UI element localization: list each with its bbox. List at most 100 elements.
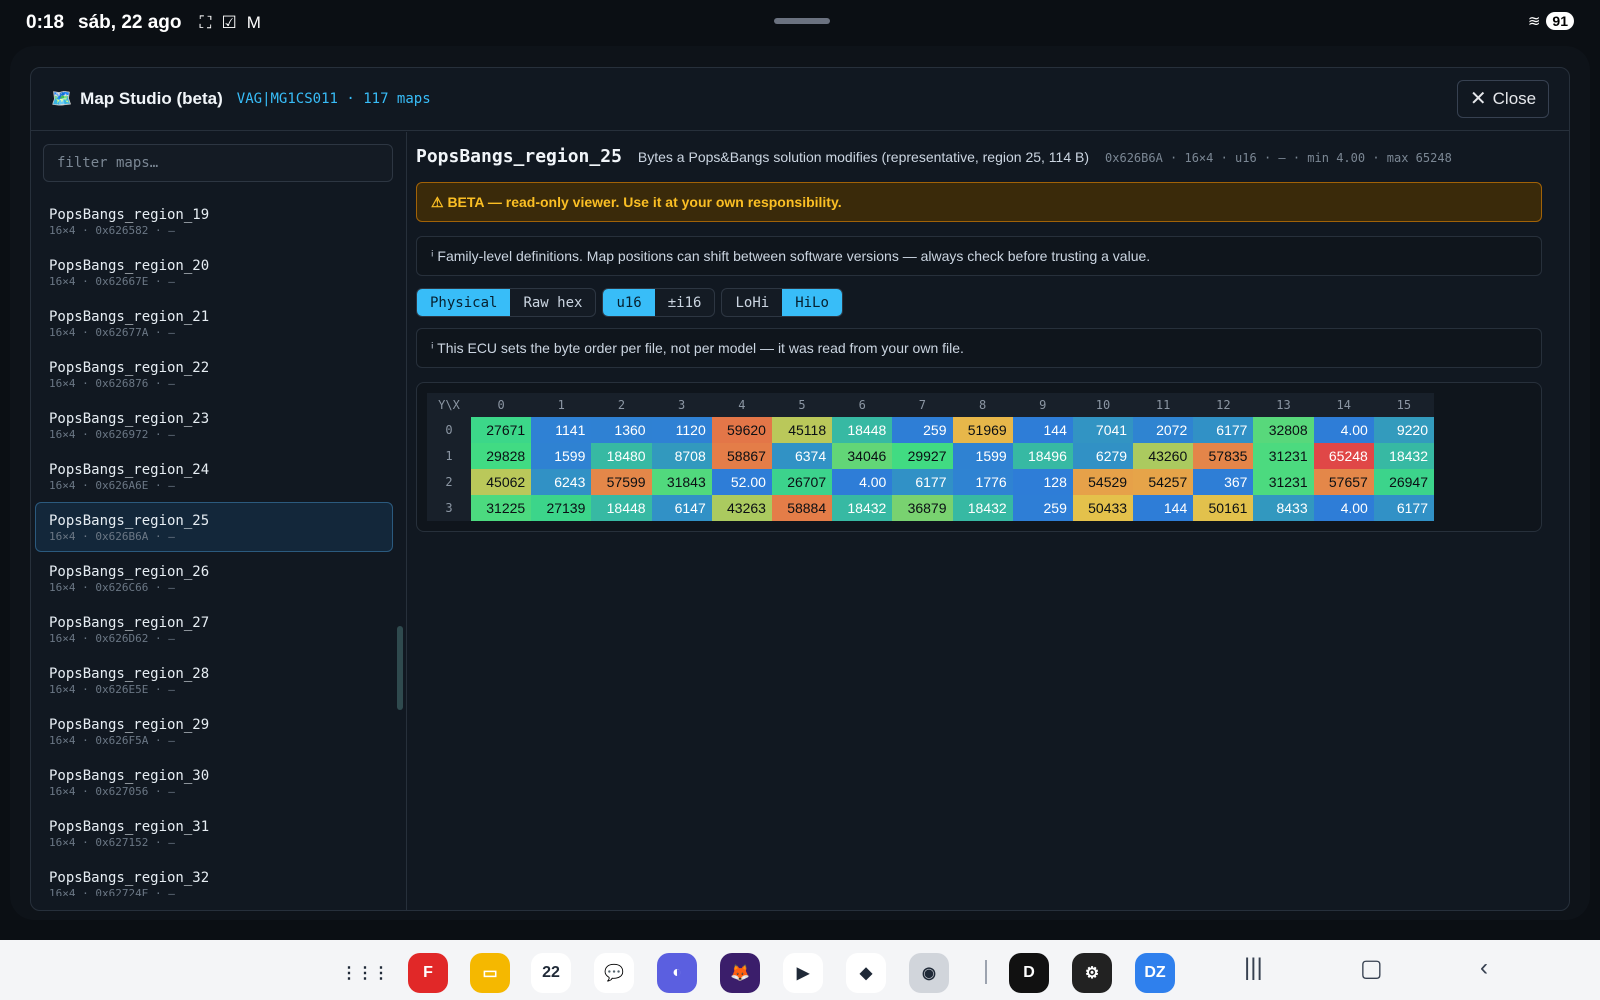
heatmap-cell[interactable]: 6177 <box>1193 417 1254 443</box>
heatmap-cell[interactable]: 58867 <box>711 443 772 469</box>
heatmap-cell[interactable]: 144 <box>1012 417 1073 443</box>
map-list-item[interactable]: PopsBangs_region_31 16×4 · 0x627152 · — <box>35 808 393 858</box>
map-list-item[interactable]: PopsBangs_region_26 16×4 · 0x626C66 · — <box>35 553 393 603</box>
recents-button[interactable]: ||| <box>1244 954 1263 982</box>
heatmap-cell[interactable]: 36879 <box>892 495 953 521</box>
back-button[interactable]: ‹ <box>1480 954 1488 982</box>
files-icon[interactable]: ▭ <box>470 953 510 993</box>
home-button[interactable]: ▢ <box>1360 954 1383 983</box>
heatmap-cell[interactable]: 8433 <box>1253 495 1314 521</box>
toggle-lohi[interactable]: LoHi <box>722 289 782 316</box>
heatmap-cell[interactable]: 144 <box>1133 495 1194 521</box>
heatmap-cell[interactable]: 259 <box>1012 495 1073 521</box>
heatmap-cell[interactable]: 27139 <box>531 495 592 521</box>
heatmap-cell[interactable]: 45118 <box>771 417 833 443</box>
heatmap-cell[interactable]: 1599 <box>952 443 1013 469</box>
map-list-item[interactable]: PopsBangs_region_27 16×4 · 0x626D62 · — <box>35 604 393 654</box>
heatmap-cell[interactable]: 128 <box>1012 469 1073 495</box>
heatmap-cell[interactable]: 58884 <box>771 495 833 521</box>
heatmap-cell[interactable]: 18432 <box>832 495 893 521</box>
heatmap-cell[interactable]: 18480 <box>591 443 652 469</box>
heatmap-cell[interactable]: 18448 <box>591 495 652 521</box>
browser-icon[interactable]: ◐ <box>657 953 697 993</box>
toggle-i16[interactable]: ±i16 <box>655 289 715 316</box>
heatmap-cell[interactable]: 54529 <box>1072 469 1134 495</box>
map-list-item[interactable]: PopsBangs_region_22 16×4 · 0x626876 · — <box>35 349 393 399</box>
settings-icon[interactable]: ⚙ <box>1072 953 1112 993</box>
map-list-item[interactable]: PopsBangs_region_24 16×4 · 0x626A6E · — <box>35 451 393 501</box>
heatmap-cell[interactable]: 18432 <box>1373 443 1434 469</box>
heatmap-cell[interactable]: 27671 <box>471 417 532 443</box>
heatmap-cell[interactable]: 4.00 <box>832 469 893 495</box>
gemini-icon[interactable]: ◆ <box>846 953 886 993</box>
heatmap-cell[interactable]: 57835 <box>1193 443 1254 469</box>
map-list-item[interactable]: PopsBangs_region_25 16×4 · 0x626B6A · — <box>35 502 393 552</box>
davinci-icon[interactable]: D <box>1009 953 1049 993</box>
map-list-item[interactable]: PopsBangs_region_28 16×4 · 0x626E5E · — <box>35 655 393 705</box>
toggle-raw-hex[interactable]: Raw hex <box>510 289 595 316</box>
heatmap-cell[interactable]: 45062 <box>471 469 532 495</box>
heatmap-cell[interactable]: 4.00 <box>1313 495 1374 521</box>
flipboard-icon[interactable]: F <box>408 953 448 993</box>
heatmap-cell[interactable]: 6147 <box>651 495 712 521</box>
heatmap-cell[interactable]: 57599 <box>591 469 652 495</box>
heatmap-cell[interactable]: 6374 <box>771 443 833 469</box>
heatmap-cell[interactable]: 51969 <box>952 417 1013 443</box>
heatmap-cell[interactable]: 1360 <box>591 417 652 443</box>
heatmap-cell[interactable]: 7041 <box>1072 417 1134 443</box>
heatmap-cell[interactable]: 31843 <box>651 469 712 495</box>
heatmap-cell[interactable]: 31231 <box>1253 469 1314 495</box>
heatmap-cell[interactable]: 31225 <box>471 495 532 521</box>
heatmap-cell[interactable]: 18496 <box>1012 443 1073 469</box>
heatmap-cell[interactable]: 4.00 <box>1313 417 1374 443</box>
close-button[interactable]: ✕ Close <box>1457 80 1549 118</box>
heatmap-cell[interactable]: 1599 <box>531 443 592 469</box>
calendar-icon[interactable]: 22 <box>531 953 571 993</box>
heatmap-cell[interactable]: 43263 <box>711 495 772 521</box>
heatmap-cell[interactable]: 31231 <box>1253 443 1314 469</box>
heatmap-cell[interactable]: 26947 <box>1373 469 1434 495</box>
toggle-physical[interactable]: Physical <box>417 289 511 316</box>
heatmap-cell[interactable]: 6243 <box>531 469 592 495</box>
heatmap-cell[interactable]: 52.00 <box>711 469 772 495</box>
heatmap-cell[interactable]: 50433 <box>1072 495 1134 521</box>
toggle-hilo[interactable]: HiLo <box>782 289 842 316</box>
heatmap-cell[interactable]: 1141 <box>531 417 592 443</box>
camera-icon[interactable]: ◉ <box>909 953 949 993</box>
heatmap-cell[interactable]: 59620 <box>711 417 772 443</box>
heatmap-cell[interactable]: 50161 <box>1193 495 1254 521</box>
firefox-icon[interactable]: 🦊 <box>720 953 760 993</box>
heatmap-cell[interactable]: 34046 <box>832 443 893 469</box>
heatmap-cell[interactable]: 29927 <box>892 443 953 469</box>
heatmap-cell[interactable]: 6279 <box>1072 443 1134 469</box>
heatmap-cell[interactable]: 29828 <box>471 443 532 469</box>
map-list-item[interactable]: PopsBangs_region_30 16×4 · 0x627056 · — <box>35 757 393 807</box>
heatmap-cell[interactable]: 65248 <box>1313 443 1374 469</box>
drag-handle[interactable] <box>774 18 830 24</box>
heatmap-cell[interactable]: 6177 <box>892 469 953 495</box>
heatmap-cell[interactable]: 9220 <box>1373 417 1434 443</box>
heatmap-cell[interactable]: 54257 <box>1133 469 1194 495</box>
heatmap-cell[interactable]: 367 <box>1193 469 1254 495</box>
filter-maps-input[interactable] <box>43 144 393 182</box>
map-list-item[interactable]: PopsBangs_region_21 16×4 · 0x62677A · — <box>35 298 393 348</box>
dz-icon[interactable]: DZ <box>1135 953 1175 993</box>
heatmap-cell[interactable]: 2072 <box>1133 417 1194 443</box>
sidebar-scrollbar[interactable] <box>397 626 403 710</box>
heatmap-cell[interactable]: 8708 <box>651 443 712 469</box>
youtube-icon[interactable]: ▶ <box>783 953 823 993</box>
heatmap-cell[interactable]: 32808 <box>1253 417 1314 443</box>
map-list-item[interactable]: PopsBangs_region_19 16×4 · 0x626582 · — <box>35 196 393 246</box>
map-list-item[interactable]: PopsBangs_region_32 16×4 · 0x62724E · — <box>35 859 393 896</box>
toggle-u16[interactable]: u16 <box>603 289 655 316</box>
heatmap-cell[interactable]: 18432 <box>952 495 1013 521</box>
heatmap-cell[interactable]: 57657 <box>1313 469 1374 495</box>
map-list-item[interactable]: PopsBangs_region_23 16×4 · 0x626972 · — <box>35 400 393 450</box>
heatmap-cell[interactable]: 18448 <box>832 417 893 443</box>
heatmap-cell[interactable]: 1776 <box>952 469 1013 495</box>
map-list[interactable]: PopsBangs_region_19 16×4 · 0x626582 · — Po… <box>35 196 393 896</box>
heatmap-cell[interactable]: 6177 <box>1373 495 1434 521</box>
map-list-item[interactable]: PopsBangs_region_20 16×4 · 0x62667E · — <box>35 247 393 297</box>
map-list-item[interactable]: PopsBangs_region_29 16×4 · 0x626F5A · — <box>35 706 393 756</box>
apps-grid-icon[interactable]: ⋮⋮⋮ <box>341 953 389 993</box>
